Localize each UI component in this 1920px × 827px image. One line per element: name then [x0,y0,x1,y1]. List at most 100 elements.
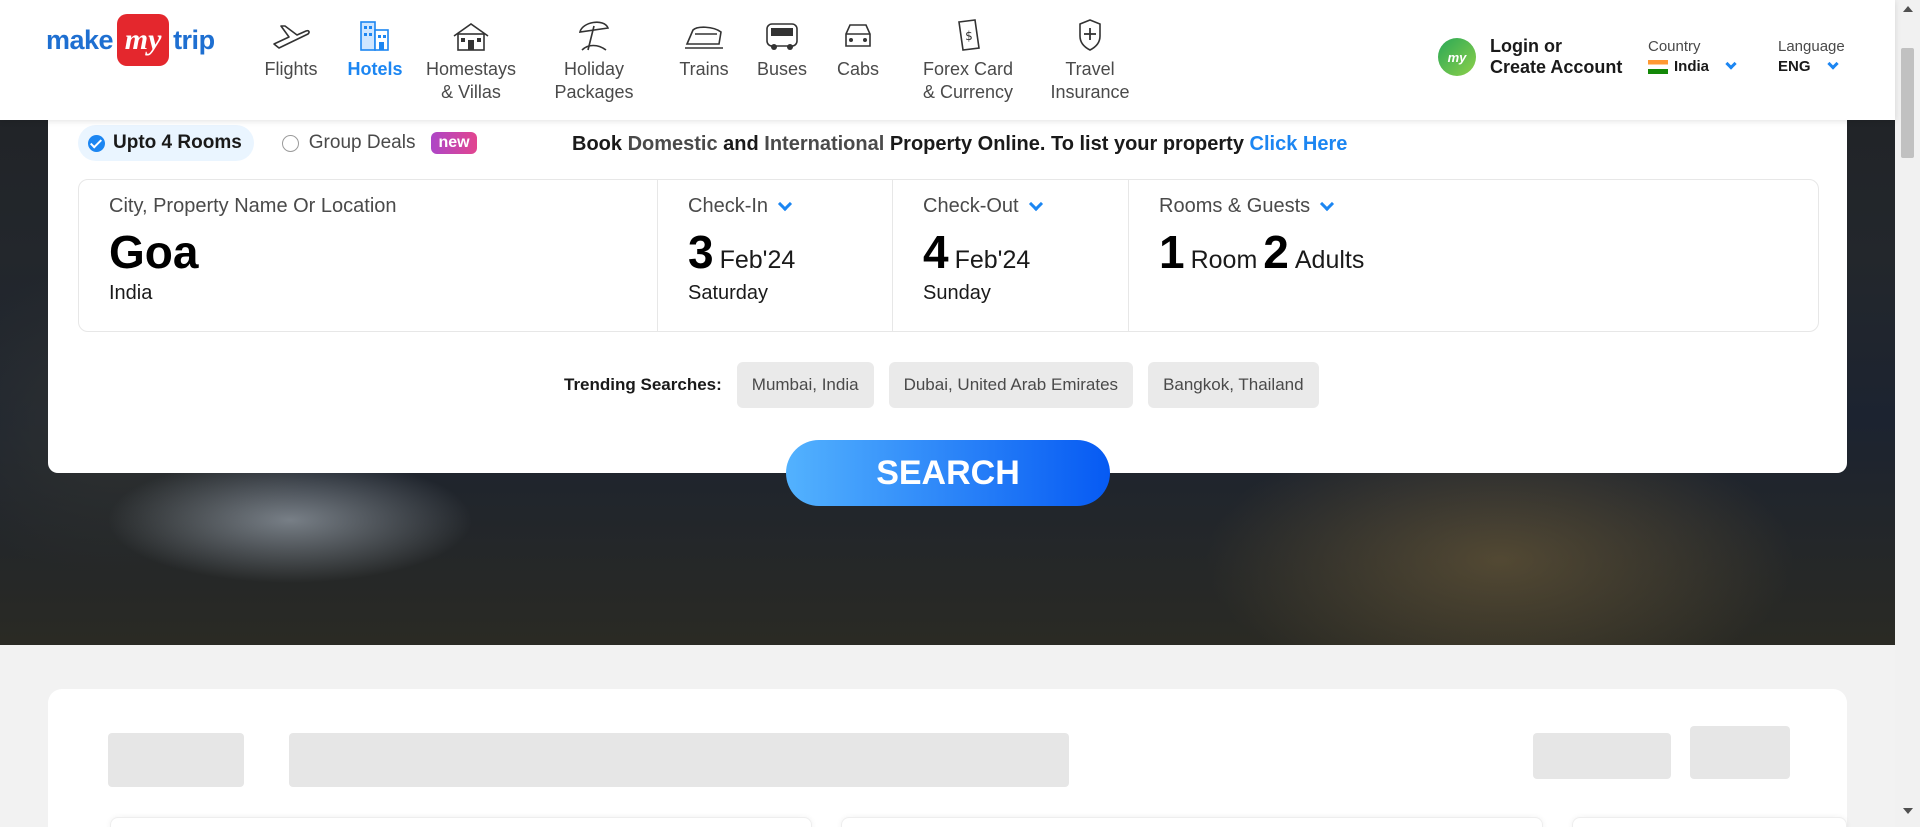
checkout-month: Feb'24 [954,246,1031,274]
language-selector[interactable]: Language ENG [1778,38,1845,75]
chevron-down-icon [1028,196,1043,212]
promo-text: and [717,133,765,155]
country-label: Country [1648,38,1701,55]
train-icon [683,12,725,52]
nav-trains[interactable]: Trains [664,12,744,104]
umbrella-icon [576,12,612,52]
city-country: India [109,282,153,304]
group-deals-option[interactable]: Group Deals [281,132,416,154]
adults-word: Adults [1294,246,1365,274]
search-button[interactable]: SEARCH [786,440,1110,506]
checkout-date: 4 Feb'24 [923,226,1098,278]
login-line2: Create Account [1490,57,1623,77]
promo-text: Book [572,133,628,155]
language-value-row: ENG [1778,58,1845,75]
skeleton-block [108,733,244,787]
nav-label: Homestays & Villas [425,59,517,102]
page-scrollbar[interactable] [1895,0,1920,827]
insurance-icon [1076,12,1104,52]
nav-label: Flights [264,59,318,79]
checkout-field[interactable]: Check-Out 4 Feb'24 Sunday [892,180,1128,331]
click-here-link[interactable]: Click Here [1250,133,1348,155]
promo-text: Domestic [627,133,718,155]
nav-holiday-packages[interactable]: Holiday Packages [524,12,664,104]
logo-text-trip: trip [173,24,215,55]
product-nav: Flights Hotels Homestays & Villas Holida… [250,12,1140,104]
language-value: ENG [1778,58,1811,75]
skeleton-block [289,733,1069,787]
nav-label: Buses [756,59,808,79]
trending-chip[interactable]: Mumbai, India [736,362,874,408]
plane-icon [271,12,311,52]
homestay-icon [450,12,492,52]
guests-value: 1 Room 2 Adults [1159,226,1788,278]
nav-forex[interactable]: $ Forex Card & Currency [896,12,1040,104]
nav-label: Travel Insurance [1050,59,1130,102]
upto-4-rooms-option[interactable]: Upto 4 Rooms [78,125,254,161]
rooms-guests-field[interactable]: Rooms & Guests 1 Room 2 Adults [1128,180,1818,331]
checkout-day: 4 [923,226,949,278]
city-value: Goa [109,226,199,278]
checkin-label: Check-In [688,195,769,217]
search-fields: City, Property Name Or Location Goa Indi… [78,179,1819,332]
trending-searches: Trending Searches: Mumbai, India Dubai, … [564,362,1334,408]
nav-label: Holiday Packages [554,59,634,102]
nav-hotels[interactable]: Hotels [332,12,418,104]
top-header: make my trip Flights Hotels Homestays & … [0,0,1895,120]
skeleton-block [1533,733,1671,779]
option-label: Group Deals [308,132,416,153]
skeleton-block [1690,726,1790,779]
rooms-word: Room [1190,246,1258,274]
svg-text:$: $ [965,29,973,43]
radio-checked-icon [88,134,105,152]
forex-icon: $ [953,12,983,52]
adults-count: 2 [1263,226,1289,278]
checkin-field[interactable]: Check-In 3 Feb'24 Saturday [657,180,892,331]
country-value-row: India [1648,58,1737,75]
option-label: Upto 4 Rooms [113,132,242,153]
hotel-icon [358,12,392,52]
login-create-account[interactable]: my Login or Create Account [1438,36,1622,78]
checkin-day: 3 [688,226,714,278]
city-field[interactable]: City, Property Name Or Location Goa Indi… [79,180,657,331]
login-line1: Login or [1490,36,1562,56]
promo-text: International [764,133,885,155]
nav-homestays[interactable]: Homestays & Villas [418,12,524,104]
scroll-up-icon[interactable] [1903,6,1913,12]
trending-label: Trending Searches: [564,375,722,394]
chevron-down-icon [1320,196,1335,212]
country-selector[interactable]: Country India [1648,38,1737,75]
nav-buses[interactable]: Buses [744,12,820,104]
chevron-down-icon [777,196,793,212]
checkin-label-row: Check-In [688,195,862,218]
booking-options: Upto 4 Rooms Group Deals new [78,125,477,161]
list-property-promo: Book Domestic and International Property… [572,133,1347,156]
checkin-weekday: Saturday [688,282,769,304]
trending-chip[interactable]: Dubai, United Arab Emirates [888,362,1134,408]
skeleton-card [110,817,812,827]
nav-label: Cabs [836,59,880,79]
chevron-down-icon [1725,58,1737,70]
trending-chip[interactable]: Bangkok, Thailand [1148,362,1319,408]
hotel-search-card: Upto 4 Rooms Group Deals new Book Domest… [48,110,1847,473]
nav-flights[interactable]: Flights [250,12,332,104]
new-badge: new [431,132,477,154]
checkin-month: Feb'24 [719,246,796,274]
logo-badge: my [117,14,170,66]
nav-cabs[interactable]: Cabs [820,12,896,104]
user-avatar-icon: my [1438,38,1476,76]
scroll-down-icon[interactable] [1903,808,1913,814]
makemytrip-logo[interactable]: make my trip [46,14,215,66]
nav-label: Trains [679,59,729,79]
checkout-label: Check-Out [923,195,1019,217]
city-label: City, Property Name Or Location [109,195,397,217]
login-text: Login or Create Account [1490,36,1622,78]
chevron-down-icon [1826,58,1839,70]
india-flag-icon [1648,59,1668,74]
nav-label: Forex Card & Currency [922,59,1014,102]
country-value: India [1674,58,1710,75]
guests-label-row: Rooms & Guests [1159,195,1788,218]
scrollbar-thumb[interactable] [1901,48,1914,158]
promo-text: Property Online. To list your property [884,133,1250,155]
nav-insurance[interactable]: Travel Insurance [1040,12,1140,104]
